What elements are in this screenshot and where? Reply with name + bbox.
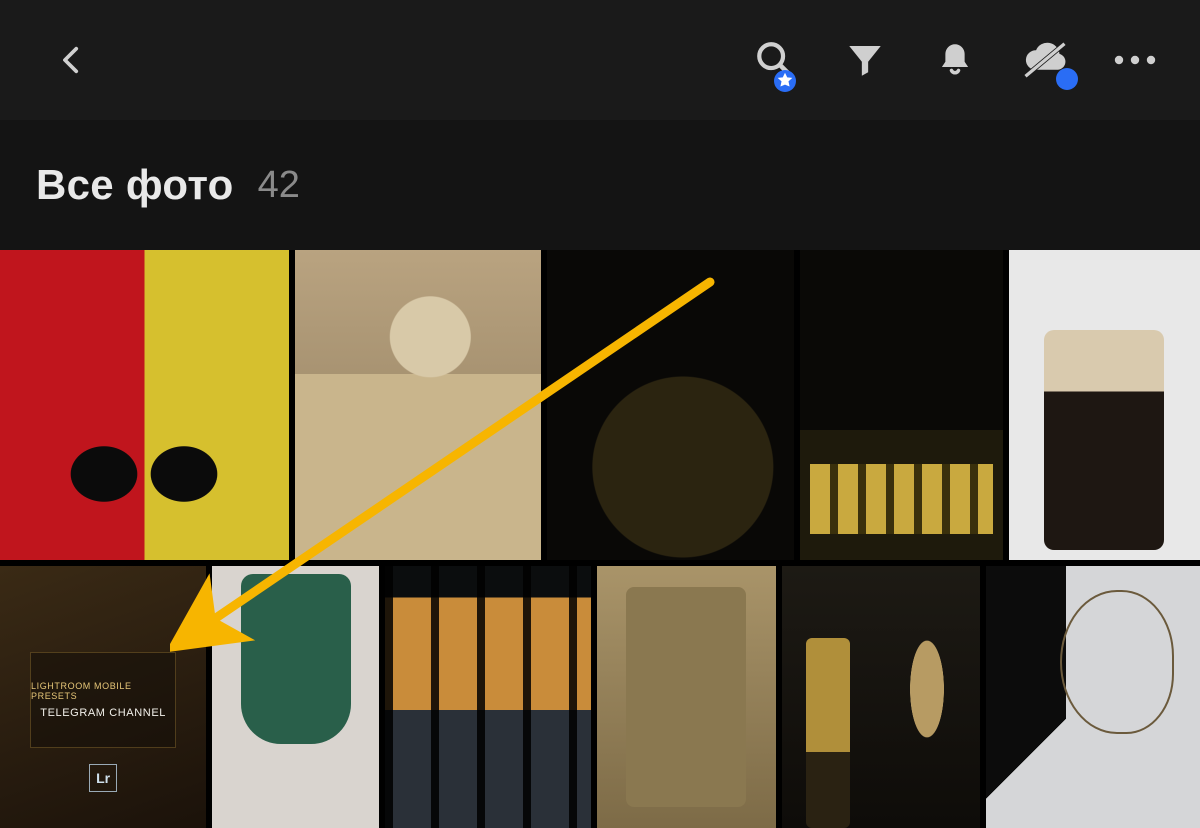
bell-icon [934,39,976,81]
photo-thumbnail[interactable] [295,250,542,560]
photo-thumbnail[interactable] [547,250,794,560]
more-icon [1112,53,1158,67]
photo-thumbnail[interactable]: LIGHTROOM MOBILE PRESETS TELEGRAM CHANNE… [0,566,206,828]
gallery-row [0,250,1200,560]
lr-card: LIGHTROOM MOBILE PRESETS TELEGRAM CHANNE… [30,652,176,748]
search-star-badge [774,70,796,92]
top-toolbar [0,0,1200,120]
cloud-sync-button[interactable] [1000,0,1090,120]
photo-thumbnail[interactable] [597,566,775,828]
photo-thumbnail[interactable] [782,566,980,828]
gallery-count: 42 [258,164,300,207]
app-root: Все фото 42 LIGHTROOM MOBILE PRESETS TEL… [0,0,1200,828]
back-button[interactable] [48,36,96,84]
photo-thumbnail[interactable] [385,566,591,828]
photo-thumbnail[interactable] [212,566,379,828]
photo-gallery: LIGHTROOM MOBILE PRESETS TELEGRAM CHANNE… [0,250,1200,828]
photo-thumbnail[interactable] [1009,250,1200,560]
search-button[interactable] [730,0,820,120]
cloud-badge [1056,68,1078,90]
lr-logo: Lr [89,764,117,792]
lr-card-line2: TELEGRAM CHANNEL [40,707,166,719]
lr-card-line1: LIGHTROOM MOBILE PRESETS [31,681,175,701]
back-icon [55,43,89,77]
title-band: Все фото 42 [0,120,1200,250]
gallery-title: Все фото [36,161,234,209]
gallery-row: LIGHTROOM MOBILE PRESETS TELEGRAM CHANNE… [0,566,1200,828]
more-button[interactable] [1090,0,1180,120]
photo-thumbnail[interactable] [0,250,289,560]
photo-thumbnail[interactable] [986,566,1200,828]
photo-thumbnail[interactable] [800,250,1003,560]
filter-button[interactable] [820,0,910,120]
filter-icon [844,39,886,81]
notifications-button[interactable] [910,0,1000,120]
